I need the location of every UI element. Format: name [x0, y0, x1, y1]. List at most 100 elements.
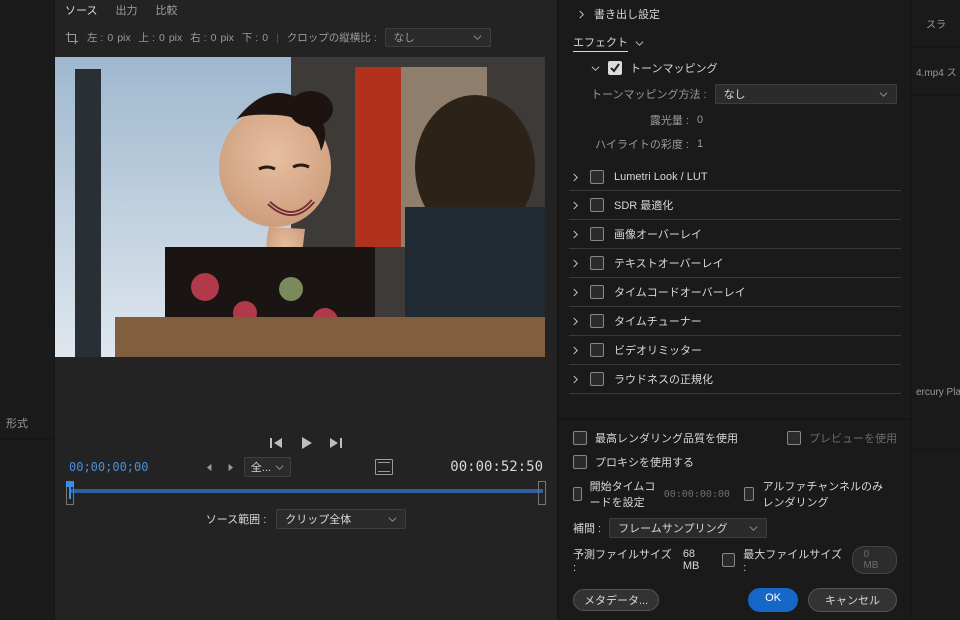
effect-title: タイムコードオーバーレイ	[614, 284, 746, 300]
chevron-down-icon	[275, 463, 284, 472]
max-size-value: 0 MB	[852, 546, 897, 574]
in-timecode[interactable]: 00;00;00;00	[69, 460, 148, 474]
start-tc-value: 00:00:00:00	[664, 489, 730, 500]
exposure-value[interactable]: 0	[697, 114, 703, 126]
chevron-down-icon[interactable]	[635, 39, 644, 48]
crop-right[interactable]: 0	[211, 32, 217, 44]
exposure-label: 露光量 :	[591, 112, 689, 128]
best-quality-checkbox[interactable]	[573, 431, 587, 445]
effect-checkbox[interactable]	[590, 170, 604, 184]
chevron-down-icon	[749, 524, 758, 533]
alpha-only-checkbox[interactable]	[744, 487, 755, 501]
effect-checkbox[interactable]	[590, 314, 604, 328]
interp-label: 補間 :	[573, 520, 601, 536]
use-preview-checkbox[interactable]	[787, 431, 801, 445]
nudge-left-icon[interactable]	[206, 463, 215, 472]
highlight-sat-value[interactable]: 1	[697, 138, 703, 150]
effect-row[interactable]: ラウドネスの正規化	[569, 365, 901, 394]
tone-mapping-title: トーンマッピング	[630, 60, 717, 76]
video-preview[interactable]	[55, 57, 545, 357]
max-size-checkbox[interactable]	[722, 553, 736, 567]
right-truncated-strip: スラ 4.mp4 ス ercury Playb	[911, 0, 960, 620]
effect-checkbox[interactable]	[590, 198, 604, 212]
crop-top[interactable]: 0	[159, 32, 165, 44]
chevron-right-icon	[571, 346, 580, 355]
zoom-select[interactable]: 全...	[244, 457, 291, 477]
est-size-label: 予測ファイルサイズ :	[573, 546, 675, 574]
effect-row[interactable]: 画像オーバーレイ	[569, 220, 901, 249]
tab-output[interactable]: 出力	[115, 2, 137, 18]
effect-row[interactable]: SDR 最適化	[569, 191, 901, 220]
max-size-label: 最大ファイルサイズ :	[743, 546, 844, 574]
crop-bottom-label: 下 :	[242, 30, 258, 45]
effect-title: タイムチューナー	[614, 313, 702, 329]
tone-method-select[interactable]: なし	[715, 84, 897, 104]
effect-title: ビデオリミッター	[614, 342, 702, 358]
tone-method-label: トーンマッピング方法 :	[591, 86, 707, 102]
chevron-right-icon	[571, 259, 580, 268]
effect-row[interactable]: タイムチューナー	[569, 307, 901, 336]
playhead[interactable]	[69, 483, 71, 499]
chevron-right-icon	[571, 317, 580, 326]
tone-mapping-checkbox[interactable]	[608, 61, 622, 75]
tab-source[interactable]: ソース	[65, 2, 97, 18]
crop-left-label: 左 :	[87, 30, 103, 45]
effect-checkbox[interactable]	[590, 372, 604, 386]
preview-tabs: ソース 出力 比較	[55, 0, 557, 24]
alpha-only-label: アルファチャンネルのみ レンダリング	[762, 478, 897, 510]
crop-bottom[interactable]: 0	[262, 32, 268, 44]
timeline[interactable]	[69, 483, 543, 499]
play-button[interactable]	[298, 435, 314, 451]
effect-row[interactable]: テキストオーバーレイ	[569, 249, 901, 278]
step-forward-button[interactable]	[328, 435, 344, 451]
effect-checkbox[interactable]	[590, 227, 604, 241]
truncated-file: 4.mp4 ス	[912, 48, 960, 96]
effect-title: ラウドネスの正規化	[614, 371, 713, 387]
step-back-button[interactable]	[268, 435, 284, 451]
crop-bar: 左 : 0 pix 上 : 0 pix 右 : 0 pix 下 : 0 | クロ…	[55, 24, 557, 57]
chevron-down-icon	[879, 90, 888, 99]
chevron-right-icon	[571, 173, 580, 182]
chevron-down-icon	[388, 515, 397, 524]
use-proxy-label: プロキシを使用する	[595, 454, 694, 470]
effect-title: 画像オーバーレイ	[614, 226, 702, 242]
interp-select[interactable]: フレームサンプリング	[609, 518, 767, 538]
chevron-down-icon[interactable]	[591, 64, 600, 73]
metadata-button[interactable]: メタデータ...	[573, 589, 659, 611]
ok-button[interactable]: OK	[748, 588, 798, 612]
tab-compare[interactable]: 比較	[155, 2, 177, 18]
cancel-button[interactable]: キャンセル	[808, 588, 897, 612]
source-range-label: ソース範囲 :	[206, 511, 267, 527]
nudge-right-icon[interactable]	[225, 463, 234, 472]
start-tc-label: 開始タイムコードを設定	[590, 478, 656, 510]
crop-aspect-select[interactable]: なし	[385, 28, 491, 47]
effect-title: Lumetri Look / LUT	[614, 171, 708, 183]
fit-icon[interactable]	[375, 459, 393, 475]
effect-row[interactable]: タイムコードオーバーレイ	[569, 278, 901, 307]
truncated-mercury: ercury Playb	[912, 371, 960, 450]
chevron-right-icon	[571, 288, 580, 297]
crop-right-label: 右 :	[190, 30, 206, 45]
use-preview-label: プレビューを使用	[809, 430, 897, 446]
effects-tab[interactable]: エフェクト	[573, 37, 628, 52]
effect-checkbox[interactable]	[590, 256, 604, 270]
crop-left[interactable]: 0	[107, 32, 113, 44]
export-settings-header[interactable]: 書き出し設定	[559, 0, 911, 28]
chevron-right-icon	[571, 375, 580, 384]
out-mark[interactable]	[538, 481, 546, 505]
source-range-select[interactable]: クリップ全体	[276, 509, 406, 529]
crop-top-label: 上 :	[139, 30, 155, 45]
effect-checkbox[interactable]	[590, 285, 604, 299]
use-proxy-checkbox[interactable]	[573, 455, 587, 469]
est-size-value: 68 MB	[683, 548, 714, 572]
start-tc-checkbox[interactable]	[573, 487, 582, 501]
effect-checkbox[interactable]	[590, 343, 604, 357]
effect-row[interactable]: Lumetri Look / LUT	[569, 164, 901, 191]
highlight-sat-label: ハイライトの彩度 :	[591, 136, 689, 152]
effect-list: Lumetri Look / LUT SDR 最適化画像オーバーレイテキストオーバ…	[559, 164, 911, 402]
out-timecode[interactable]: 00:00:52:50	[450, 459, 543, 475]
chevron-down-icon	[473, 33, 482, 42]
best-quality-label: 最高レンダリング品質を使用	[595, 430, 738, 446]
effect-row[interactable]: ビデオリミッター	[569, 336, 901, 365]
crop-icon[interactable]	[65, 31, 79, 45]
